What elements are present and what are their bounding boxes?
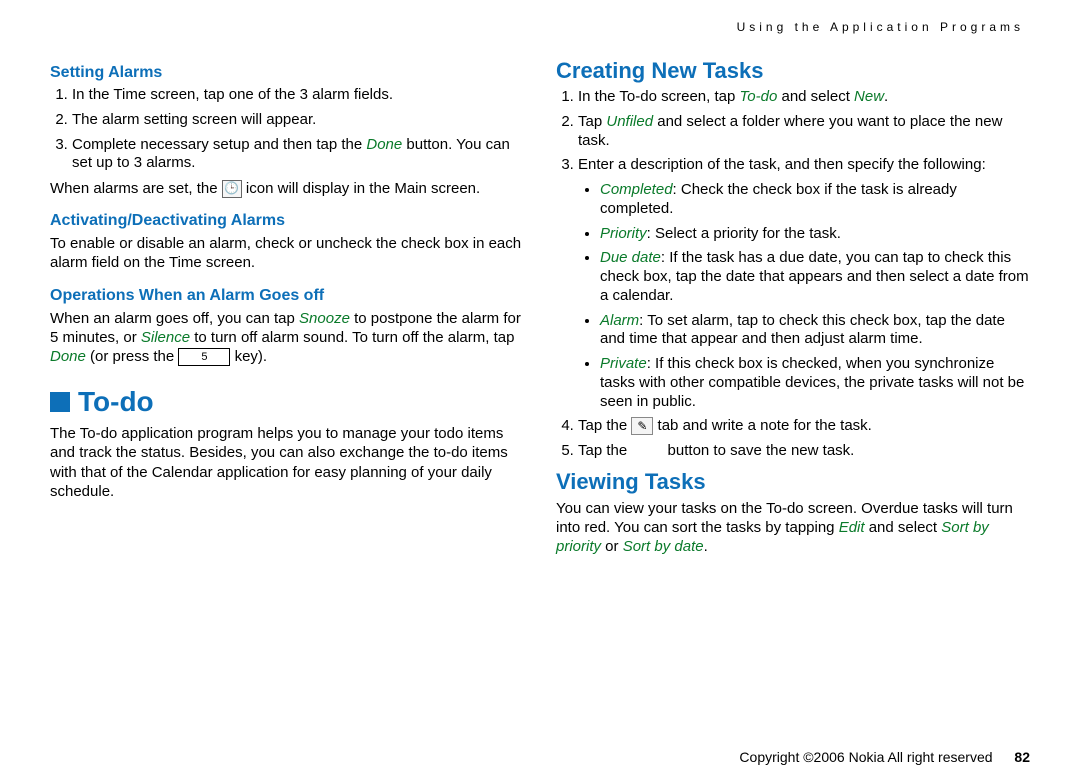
- new-label: New: [854, 88, 884, 105]
- heading-viewing-tasks: Viewing Tasks: [556, 469, 1030, 495]
- list-item: In the Time screen, tap one of the 3 ala…: [72, 86, 524, 105]
- breadcrumb: Using the Application Programs: [737, 20, 1024, 34]
- list-item: Enter a description of the task, and the…: [578, 156, 1030, 411]
- edit-label: Edit: [839, 519, 865, 536]
- list-item: Tap Unfiled and select a folder where yo…: [578, 113, 1030, 151]
- page-number: 82: [1014, 749, 1030, 765]
- silence-label: Silence: [141, 329, 190, 346]
- square-bullet-icon: [50, 392, 70, 412]
- page-footer: Copyright ©2006 Nokia All right reserved…: [50, 749, 1030, 765]
- done-label: Done: [366, 136, 402, 153]
- heading-operations-alarm: Operations When an Alarm Goes off: [50, 287, 524, 305]
- right-column: Creating New Tasks In the To-do screen, …: [556, 50, 1030, 562]
- heading-creating-tasks: Creating New Tasks: [556, 58, 1030, 84]
- list-item: Completed: Check the check box if the ta…: [600, 181, 1030, 219]
- content-columns: Setting Alarms In the Time screen, tap o…: [50, 50, 1030, 562]
- list-item: Complete necessary setup and then tap th…: [72, 136, 524, 174]
- heading-activating-alarms: Activating/Deactivating Alarms: [50, 212, 524, 230]
- list-item: Tap the button to save the new task.: [578, 442, 1030, 461]
- list-item: The alarm setting screen will appear.: [72, 111, 524, 130]
- heading-todo: To-do: [50, 386, 524, 418]
- todo-label: To-do: [740, 88, 778, 105]
- snooze-label: Snooze: [299, 310, 350, 327]
- creating-tasks-steps: In the To-do screen, tap To-do and selec…: [556, 88, 1030, 461]
- viewing-body: You can view your tasks on the To-do scr…: [556, 499, 1030, 557]
- page-header: Using the Application Programs: [50, 20, 1030, 34]
- setting-alarms-steps: In the Time screen, tap one of the 3 ala…: [50, 86, 524, 173]
- sort-date-label: Sort by date: [623, 538, 704, 555]
- activating-body: To enable or disable an alarm, check or …: [50, 234, 524, 272]
- todo-body: The To-do application program helps you …: [50, 424, 524, 501]
- copyright-text: Copyright ©2006 Nokia All right reserved: [739, 749, 992, 765]
- task-fields-list: Completed: Check the check box if the ta…: [578, 181, 1030, 411]
- list-item: Due date: If the task has a due date, yo…: [600, 249, 1030, 305]
- heading-setting-alarms: Setting Alarms: [50, 64, 524, 82]
- unfiled-label: Unfiled: [606, 113, 653, 130]
- clock-icon: 🕒: [222, 180, 242, 198]
- list-item: Alarm: To set alarm, tap to check this c…: [600, 312, 1030, 350]
- left-column: Setting Alarms In the Time screen, tap o…: [50, 50, 524, 562]
- alarm-set-note: When alarms are set, the 🕒 icon will dis…: [50, 179, 524, 198]
- note-tab-icon: ✎: [631, 417, 653, 435]
- operations-body: When an alarm goes off, you can tap Snoo…: [50, 309, 524, 367]
- list-item: Tap the ✎ tab and write a note for the t…: [578, 417, 1030, 436]
- list-item: In the To-do screen, tap To-do and selec…: [578, 88, 1030, 107]
- list-item: Private: If this check box is checked, w…: [600, 355, 1030, 411]
- list-item: Priority: Select a priority for the task…: [600, 225, 1030, 244]
- done-label: Done: [50, 348, 86, 365]
- key-5-icon: 5: [178, 348, 230, 366]
